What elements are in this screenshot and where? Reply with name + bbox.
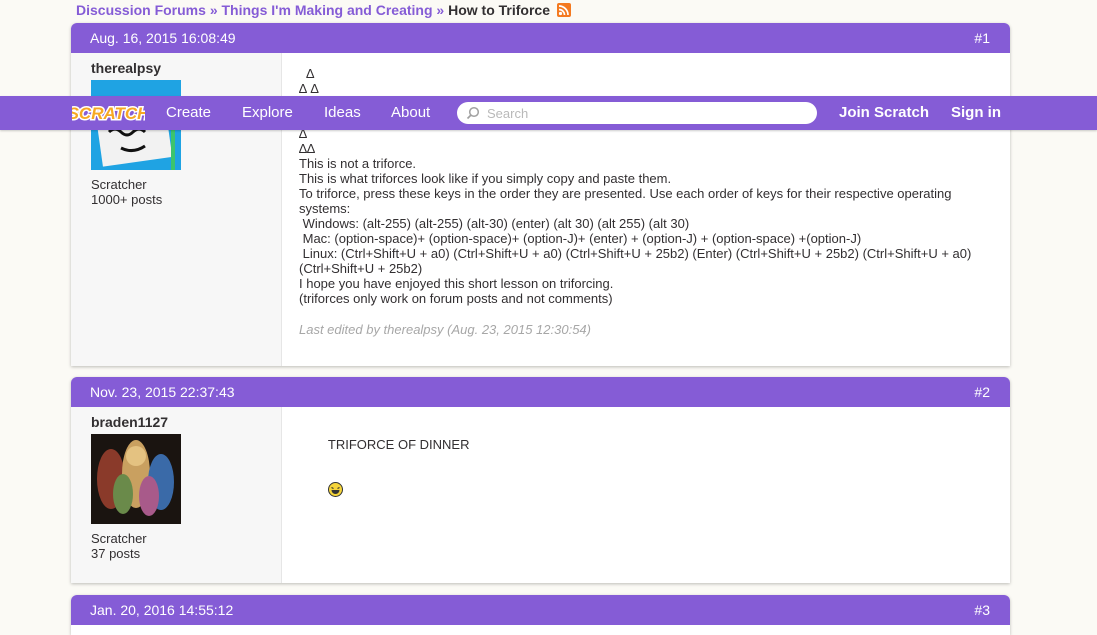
user-role: Scratcher	[91, 177, 147, 192]
post-content: TRIFORCE OF DINNER	[299, 422, 992, 528]
post-number[interactable]: #2	[974, 377, 990, 407]
post-date[interactable]: Jan. 20, 2016 14:55:12	[90, 595, 233, 625]
post-line: ∆∆	[299, 141, 315, 156]
forum-post: Aug. 16, 2015 16:08:49 #1 therealpsy Scr…	[71, 23, 1010, 366]
forum-post: Nov. 23, 2015 22:37:43 #2 braden1127 Scr…	[71, 377, 1010, 583]
post-number[interactable]: #1	[974, 23, 990, 53]
breadcrumb-separator: »	[209, 2, 218, 18]
post-line: This is what triforces look like if you …	[299, 171, 672, 186]
post-line: I hope you have enjoyed this short lesso…	[299, 276, 614, 291]
post-text: TRIFORCE OF DINNER	[327, 437, 470, 452]
post-line: Linux: (Ctrl+Shift+U + a0) (Ctrl+Shift+U…	[299, 246, 975, 276]
post-header: Jan. 20, 2016 14:55:12 #3	[71, 595, 1010, 625]
post-line: Mac: (option-space)+ (option-space)+ (op…	[299, 231, 862, 246]
forum-post: Jan. 20, 2016 14:55:12 #3	[71, 595, 1010, 635]
user-post-count: 37 posts	[91, 546, 141, 561]
post-line: ∆	[299, 66, 315, 81]
sign-in-link[interactable]: Sign in	[951, 96, 1001, 130]
search-input[interactable]	[487, 104, 807, 122]
post-header: Nov. 23, 2015 22:37:43 #2	[71, 377, 1010, 407]
search-icon[interactable]	[466, 106, 480, 125]
join-scratch-link[interactable]: Join Scratch	[839, 96, 929, 130]
post-line: ∆ ∆	[299, 81, 319, 96]
post-line: To triforce, press these keys in the ord…	[299, 186, 956, 216]
post-edited-note: Last edited by therealpsy (Aug. 23, 2015…	[299, 322, 591, 337]
breadcrumb-current-topic: How to Triforce	[448, 2, 550, 18]
breadcrumb-separator: »	[436, 2, 445, 18]
breadcrumb: Discussion Forums » Things I'm Making an…	[76, 1, 571, 19]
nav-link-ideas[interactable]: Ideas	[324, 96, 361, 130]
breadcrumb-link-category[interactable]: Things I'm Making and Creating	[222, 2, 433, 18]
scratch-logo[interactable]: SCRATCH	[66, 100, 152, 125]
search-box	[457, 102, 817, 124]
nav-link-explore[interactable]: Explore	[242, 96, 293, 130]
user-role: Scratcher	[91, 531, 147, 546]
avatar[interactable]	[91, 434, 181, 524]
breadcrumb-link-discussion-forums[interactable]: Discussion Forums	[76, 2, 206, 18]
post-header: Aug. 16, 2015 16:08:49 #1	[71, 23, 1010, 53]
post-username[interactable]: therealpsy	[91, 60, 161, 76]
rss-icon[interactable]	[556, 3, 571, 17]
post-date[interactable]: Nov. 23, 2015 22:37:43	[90, 377, 235, 407]
user-post-count: 1000+ posts	[91, 192, 163, 207]
svg-text:SCRATCH: SCRATCH	[72, 104, 145, 123]
laughing-emoji-icon	[327, 452, 343, 497]
post-line: This is not a triforce.	[299, 156, 417, 171]
post-line: (triforces only work on forum posts and …	[299, 291, 613, 306]
top-navbar: SCRATCH Create Explore Ideas About Join …	[0, 96, 1097, 130]
nav-link-create[interactable]: Create	[166, 96, 211, 130]
post-line: Windows: (alt-255) (alt-255) (alt-30) (e…	[299, 216, 690, 231]
post-username[interactable]: braden1127	[91, 414, 168, 430]
post-number[interactable]: #3	[974, 595, 990, 625]
post-author-panel: braden1127 Scratcher 37 posts	[71, 407, 282, 583]
post-date[interactable]: Aug. 16, 2015 16:08:49	[90, 23, 236, 53]
nav-link-about[interactable]: About	[391, 96, 430, 130]
